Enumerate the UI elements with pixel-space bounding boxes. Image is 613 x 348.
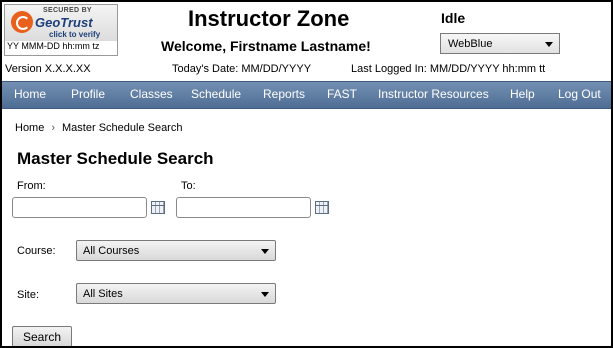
page-title: Master Schedule Search bbox=[17, 149, 214, 168]
status-indicator: Idle bbox=[441, 10, 466, 26]
welcome-message: Welcome, Firstname Lastname! bbox=[161, 38, 371, 54]
nav-fast[interactable]: FAST bbox=[327, 87, 357, 101]
nav-log-out[interactable]: Log Out bbox=[558, 87, 601, 101]
chevron-down-icon bbox=[545, 42, 553, 47]
site-select-value: All Sites bbox=[83, 288, 123, 300]
chevron-down-icon bbox=[261, 249, 269, 254]
nav-schedule[interactable]: Schedule bbox=[191, 87, 241, 101]
breadcrumb-home[interactable]: Home bbox=[15, 122, 44, 134]
todays-date: Today's Date: MM/DD/YYYY bbox=[172, 63, 312, 75]
nav-classes[interactable]: Classes bbox=[130, 87, 173, 101]
main-nav: Home Profile Classes Schedule Reports FA… bbox=[2, 81, 611, 109]
to-label: To: bbox=[181, 180, 196, 192]
page-frame: SECURED BY GeoTrust click to verify YY M… bbox=[0, 0, 613, 348]
theme-select-value: WebBlue bbox=[448, 38, 493, 50]
from-calendar-icon[interactable] bbox=[151, 201, 165, 214]
breadcrumb-current: Master Schedule Search bbox=[62, 122, 183, 134]
site-label: Site: bbox=[17, 289, 40, 301]
search-button[interactable]: Search bbox=[12, 326, 72, 346]
to-date-input[interactable] bbox=[176, 197, 311, 218]
last-logged-in: Last Logged In: MM/DD/YYYY hh:mm tt bbox=[351, 63, 546, 75]
security-seal[interactable]: SECURED BY GeoTrust click to verify YY M… bbox=[4, 4, 118, 56]
from-date-input[interactable] bbox=[12, 197, 147, 218]
to-calendar-icon[interactable] bbox=[315, 201, 329, 214]
nav-help[interactable]: Help bbox=[510, 87, 535, 101]
course-label: Course: bbox=[17, 245, 56, 257]
site-select[interactable]: All Sites bbox=[76, 283, 276, 304]
nav-profile[interactable]: Profile bbox=[71, 87, 105, 101]
nav-reports[interactable]: Reports bbox=[263, 87, 305, 101]
breadcrumb: Home › Master Schedule Search bbox=[15, 122, 182, 134]
info-bar: Version X.X.X.XX Today's Date: MM/DD/YYY… bbox=[2, 60, 611, 80]
geotrust-logo-icon bbox=[11, 11, 33, 33]
from-label: From: bbox=[17, 180, 46, 192]
seal-secured-text: SECURED BY bbox=[43, 7, 92, 14]
course-select-value: All Courses bbox=[83, 245, 140, 257]
nav-home[interactable]: Home bbox=[14, 87, 46, 101]
seal-timestamp: YY MMM-DD hh:mm tz bbox=[7, 41, 100, 51]
seal-verify-link[interactable]: click to verify bbox=[49, 30, 100, 39]
version-text: Version X.X.X.XX bbox=[5, 63, 91, 75]
breadcrumb-separator: › bbox=[51, 122, 56, 134]
nav-instructor-resources[interactable]: Instructor Resources bbox=[378, 87, 489, 101]
seal-brand: GeoTrust bbox=[35, 15, 93, 30]
theme-select[interactable]: WebBlue bbox=[440, 33, 560, 54]
app-title: Instructor Zone bbox=[188, 6, 350, 31]
chevron-down-icon bbox=[261, 292, 269, 297]
course-select[interactable]: All Courses bbox=[76, 240, 276, 261]
